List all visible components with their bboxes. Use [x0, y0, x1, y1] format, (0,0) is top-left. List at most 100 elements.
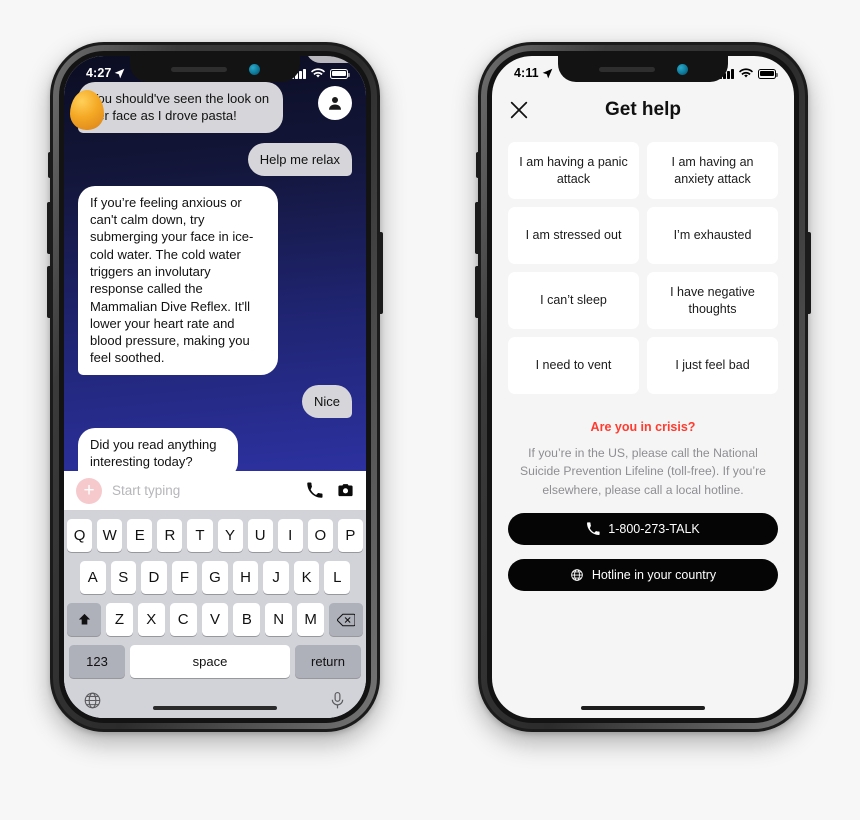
camera-icon[interactable]	[337, 482, 354, 499]
front-camera-icon	[248, 63, 260, 75]
add-attachment-button[interactable]: +	[76, 477, 102, 504]
keyboard-row-4: 123 space return	[67, 645, 363, 678]
keyboard-row-2: ASDFGHJKL	[67, 561, 363, 594]
backspace-key[interactable]	[329, 603, 364, 636]
key-d[interactable]: D	[141, 561, 167, 594]
phone-left-chat: 4:27 You should've seen the look on her …	[47, 42, 383, 732]
key-y[interactable]: Y	[217, 519, 243, 552]
help-option-card[interactable]: I am stressed out	[508, 207, 639, 264]
get-help-screen: 4:11 Get help I am having a panic attack…	[492, 56, 794, 718]
home-indicator	[153, 705, 277, 710]
key-k[interactable]: K	[293, 561, 320, 594]
key-t[interactable]: T	[187, 519, 213, 552]
country-hotline-label: Hotline in your country	[591, 567, 717, 582]
message-bubble-incoming[interactable]: If you’re feeling anxious or can't calm …	[78, 185, 278, 375]
earpiece-speaker	[170, 66, 227, 72]
person-avatar-icon	[329, 97, 341, 110]
earpiece-speaker	[598, 66, 655, 72]
key-n[interactable]: N	[265, 603, 293, 636]
message-row: You should've seen the look on her face …	[78, 82, 352, 133]
key-h[interactable]: H	[232, 561, 259, 594]
key-g[interactable]: G	[202, 561, 228, 594]
avatar[interactable]	[318, 86, 352, 120]
key-z[interactable]: Z	[106, 603, 133, 636]
page-title: Get help	[604, 99, 681, 120]
help-option-card[interactable]: I am having a panic attack	[508, 142, 639, 199]
key-o[interactable]: O	[307, 519, 333, 552]
key-a[interactable]: A	[79, 561, 106, 594]
key-i[interactable]: I	[277, 519, 303, 552]
globe-icon	[571, 569, 583, 581]
message-bubble-incoming[interactable]: You should've seen the look on her face …	[78, 82, 283, 133]
power-button[interactable]	[378, 232, 383, 314]
mute-switch[interactable]	[476, 152, 480, 178]
keyboard-row-1: QWERTYUIOP	[67, 519, 363, 552]
help-option-card[interactable]: I’m exhausted	[647, 207, 778, 264]
volume-up-button[interactable]	[475, 202, 480, 254]
key-f[interactable]: F	[171, 561, 198, 594]
egg-emoji-icon	[70, 90, 104, 130]
home-indicator	[581, 705, 705, 710]
shift-key[interactable]	[67, 603, 101, 636]
front-camera-icon	[676, 63, 688, 75]
get-help-header: Get help	[508, 90, 778, 130]
country-hotline-button[interactable]: Hotline in your country	[508, 558, 778, 591]
on-screen-keyboard: QWERTYUIOP ASDFGHJKL ZXCVBNM 123 space r…	[64, 511, 366, 718]
key-u[interactable]: U	[247, 519, 273, 552]
input-bar-icons	[306, 482, 354, 499]
message-row: If you’re feeling anxious or can't calm …	[78, 185, 352, 375]
message-row: Did you read anything interesting today?	[78, 427, 352, 471]
power-button[interactable]	[806, 232, 811, 314]
mute-switch[interactable]	[48, 152, 52, 178]
help-option-card[interactable]: I need to vent	[508, 337, 639, 394]
screenshot-stage: 4:27 You should've seen the look on her …	[0, 0, 860, 820]
call-hotline-label: 1-800-273-TALK	[608, 521, 700, 536]
notch	[558, 56, 728, 82]
microphone-icon[interactable]	[328, 691, 347, 710]
message-thread[interactable]: me relax You should've seen the look on …	[64, 56, 366, 471]
message-bubble-outgoing[interactable]: Help me relax	[247, 142, 352, 176]
call-hotline-button[interactable]: 1-800-273-TALK	[508, 512, 778, 545]
message-bubble-incoming[interactable]: Did you read anything interesting today?	[78, 427, 238, 471]
chat-container: me relax You should've seen the look on …	[64, 56, 366, 718]
key-m[interactable]: M	[297, 603, 325, 636]
key-w[interactable]: W	[97, 519, 123, 552]
key-x[interactable]: X	[137, 603, 165, 636]
notch	[130, 56, 300, 82]
key-p[interactable]: P	[337, 519, 363, 552]
get-help-container: Get help I am having a panic attack I am …	[492, 56, 794, 718]
help-option-card[interactable]: I just feel bad	[647, 337, 778, 394]
key-c[interactable]: C	[169, 603, 197, 636]
key-e[interactable]: E	[127, 519, 153, 552]
numbers-key[interactable]: 123	[69, 645, 125, 678]
message-bubble-outgoing[interactable]: Nice	[301, 384, 352, 418]
key-v[interactable]: V	[201, 603, 229, 636]
phone-icon	[587, 522, 600, 535]
space-key[interactable]: space	[130, 645, 290, 678]
return-key[interactable]: return	[295, 645, 361, 678]
help-option-card[interactable]: I can’t sleep	[508, 272, 639, 329]
overlay-bubble: me relax	[306, 56, 366, 63]
message-input[interactable]: Start typing	[112, 483, 296, 498]
key-r[interactable]: R	[157, 519, 183, 552]
key-q[interactable]: Q	[67, 519, 93, 552]
volume-down-button[interactable]	[47, 266, 52, 318]
message-row: Help me relax	[78, 142, 352, 176]
globe-icon[interactable]	[83, 691, 102, 710]
help-option-card[interactable]: I am having an anxiety attack	[647, 142, 778, 199]
volume-up-button[interactable]	[47, 202, 52, 254]
keyboard-bottom-bar	[67, 687, 363, 718]
crisis-heading: Are you in crisis?	[590, 420, 696, 434]
help-options-grid: I am having a panic attack I am having an…	[508, 142, 778, 394]
keyboard-row-3: ZXCVBNM	[67, 603, 364, 636]
phone-icon[interactable]	[306, 482, 323, 499]
shift-arrow-icon	[78, 613, 90, 625]
key-b[interactable]: B	[233, 603, 261, 636]
volume-down-button[interactable]	[475, 266, 480, 318]
key-j[interactable]: J	[263, 561, 289, 594]
help-option-card[interactable]: I have negative thoughts	[647, 272, 778, 329]
message-input-bar: + Start typing	[64, 471, 366, 511]
key-s[interactable]: S	[110, 561, 137, 594]
key-l[interactable]: L	[324, 561, 351, 594]
backspace-icon	[337, 613, 356, 626]
